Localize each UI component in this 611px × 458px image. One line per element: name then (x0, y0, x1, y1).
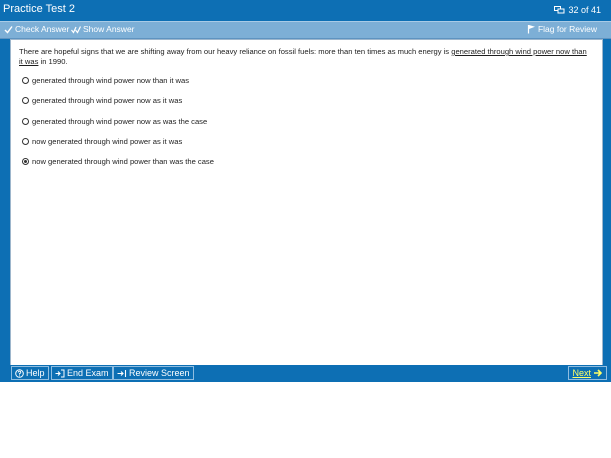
answer-choice-label: now generated through wind power than wa… (32, 157, 214, 166)
flag-for-review-button[interactable]: Flag for Review (527, 24, 597, 34)
arrow-right-icon (594, 369, 603, 377)
radio-button-e[interactable] (22, 158, 29, 165)
answer-choice-label: generated through wind power now as it w… (32, 96, 183, 105)
arrow-to-list-icon (117, 369, 127, 377)
answer-choice-d[interactable]: now generated through wind power as it w… (22, 137, 182, 146)
question-stem: There are hopeful signs that we are shif… (19, 47, 589, 66)
exit-icon (55, 369, 65, 377)
bottom-bar: Help End Exam Review Screen Next (0, 365, 611, 382)
review-screen-button[interactable]: Review Screen (113, 366, 194, 380)
end-exam-label: End Exam (67, 368, 109, 378)
screens-icon (554, 6, 565, 14)
check-icon (4, 25, 13, 34)
exam-window: Practice Test 2 32 of 41 Check Answer Sh… (0, 0, 611, 382)
flag-icon (527, 25, 535, 34)
radio-button-a[interactable] (22, 77, 29, 84)
window-title: Practice Test 2 (3, 3, 75, 15)
answer-choice-a[interactable]: generated through wind power now than it… (22, 76, 189, 85)
check-answer-label: Check Answer (15, 24, 70, 34)
answer-choice-e[interactable]: now generated through wind power than wa… (22, 157, 214, 166)
review-screen-label: Review Screen (129, 368, 190, 378)
flag-for-review-label: Flag for Review (537, 24, 597, 34)
answer-choice-label: now generated through wind power as it w… (32, 137, 183, 146)
answer-choice-label: generated through wind power now than it… (32, 76, 190, 85)
answer-choice-label: generated through wind power now as was … (32, 117, 208, 126)
question-text-before: There are hopeful signs that we are shif… (19, 47, 452, 56)
answer-choice-c[interactable]: generated through wind power now as was … (22, 117, 207, 126)
end-exam-button[interactable]: End Exam (51, 366, 113, 380)
answer-choice-b[interactable]: generated through wind power now as it w… (22, 96, 182, 105)
next-button[interactable]: Next (568, 366, 607, 380)
title-bar: Practice Test 2 32 of 41 (0, 0, 611, 20)
check-answer-button[interactable]: Check Answer (4, 24, 69, 34)
question-panel: There are hopeful signs that we are shif… (10, 39, 603, 366)
radio-button-b[interactable] (22, 97, 29, 104)
question-counter-text: 32 of 41 (568, 5, 601, 15)
radio-button-d[interactable] (22, 138, 29, 145)
question-counter: 32 of 41 (554, 5, 601, 15)
help-label: Help (26, 368, 45, 378)
show-answer-button[interactable]: Show Answer (71, 24, 135, 34)
toolbar: Check Answer Show Answer Flag for Review (0, 21, 611, 39)
help-circle-icon (15, 368, 24, 378)
show-answer-icon (71, 25, 81, 34)
question-text-after: in 1990. (38, 56, 68, 66)
next-label: Next (572, 368, 591, 378)
radio-button-c[interactable] (22, 118, 29, 125)
show-answer-label: Show Answer (83, 24, 135, 34)
help-button[interactable]: Help (11, 366, 49, 380)
